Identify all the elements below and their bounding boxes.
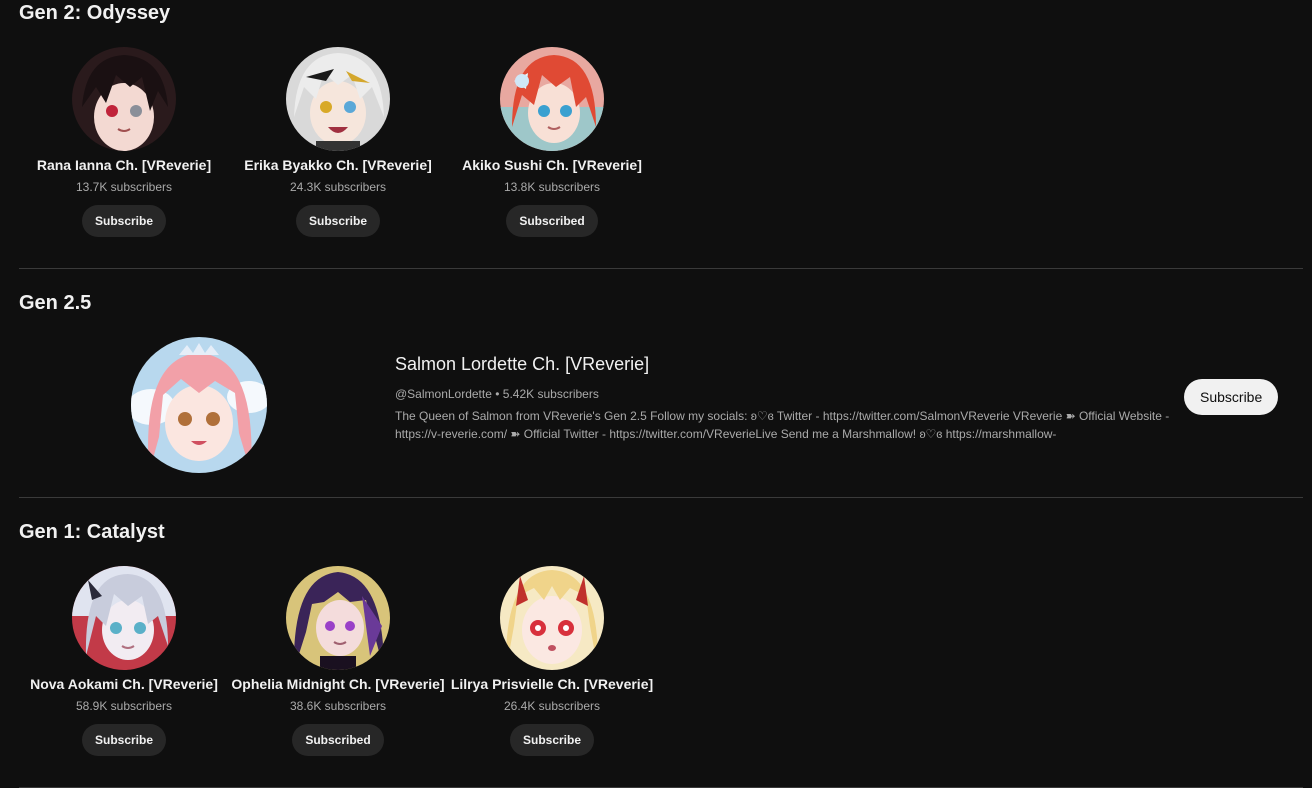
section-title-gen25: Gen 2.5 [19,292,92,314]
avatar-image-icon [72,47,176,151]
channel-name[interactable]: Akiko Sushi Ch. [VReverie] [445,155,659,175]
channel-avatar[interactable] [500,47,604,151]
channel-name[interactable]: Lilrya Prisvielle Ch. [VReverie] [445,674,659,694]
subscribe-button[interactable]: Subscribe [1184,379,1279,415]
channel-name[interactable]: Nova Aokami Ch. [VReverie] [17,674,231,694]
section-title-gen2: Gen 2: Odyssey [19,2,171,24]
subscriber-count: 13.8K subscribers [503,180,601,194]
subscribe-button[interactable]: Subscribe [81,205,167,237]
channels-page: Gen 2: Odyssey Rana Ianna Ch. [VReverie]… [0,0,1312,788]
avatar-image-icon [500,47,604,151]
subscribed-button[interactable]: Subscribed [506,205,598,237]
channel-avatar[interactable] [286,47,390,151]
channel-avatar[interactable] [286,566,390,670]
avatar-image-icon [72,566,176,670]
channel-card[interactable]: Rana Ianna Ch. [VReverie] 13.7K subscrib… [17,47,231,237]
avatar-image-icon [131,337,267,473]
channel-card[interactable]: Lilrya Prisvielle Ch. [VReverie] 26.4K s… [445,566,659,756]
subscribed-button[interactable]: Subscribed [292,724,384,756]
subscriber-count: 24.3K subscribers [289,180,387,194]
channel-avatar[interactable] [72,566,176,670]
channel-card[interactable]: Erika Byakko Ch. [VReverie] 24.3K subscr… [231,47,445,237]
channel-handle[interactable]: @SalmonLordette [395,387,492,401]
section-title-gen1: Gen 1: Catalyst [19,521,165,543]
subscriber-count: 5.42K subscribers [502,387,599,401]
featured-channel-name[interactable]: Salmon Lordette Ch. [VReverie] [395,352,649,376]
featured-channel-meta: @SalmonLordette • 5.42K subscribers [395,386,599,402]
featured-channel-avatar[interactable] [131,337,267,473]
subscriber-count: 26.4K subscribers [503,699,601,713]
section-divider [19,497,1303,498]
subscribe-button[interactable]: Subscribe [81,724,167,756]
channel-card[interactable]: Akiko Sushi Ch. [VReverie] 13.8K subscri… [445,47,659,237]
subscriber-count: 38.6K subscribers [289,699,387,713]
avatar-image-icon [500,566,604,670]
channel-name[interactable]: Rana Ianna Ch. [VReverie] [17,155,231,175]
channel-name[interactable]: Ophelia Midnight Ch. [VReverie] [231,674,445,694]
channel-avatar[interactable] [500,566,604,670]
subscribe-button[interactable]: Subscribe [509,724,595,756]
channel-name[interactable]: Erika Byakko Ch. [VReverie] [231,155,445,175]
subscriber-count: 13.7K subscribers [75,180,173,194]
meta-separator: • [495,387,500,401]
channel-avatar[interactable] [72,47,176,151]
subscribe-button[interactable]: Subscribe [295,205,381,237]
channel-description: The Queen of Salmon from VReverie's Gen … [395,409,1170,441]
channel-card[interactable]: Ophelia Midnight Ch. [VReverie] 38.6K su… [231,566,445,756]
avatar-image-icon [286,47,390,151]
subscriber-count: 58.9K subscribers [75,699,173,713]
channel-card[interactable]: Nova Aokami Ch. [VReverie] 58.9K subscri… [17,566,231,756]
section-divider [19,268,1303,269]
avatar-image-icon [286,566,390,670]
